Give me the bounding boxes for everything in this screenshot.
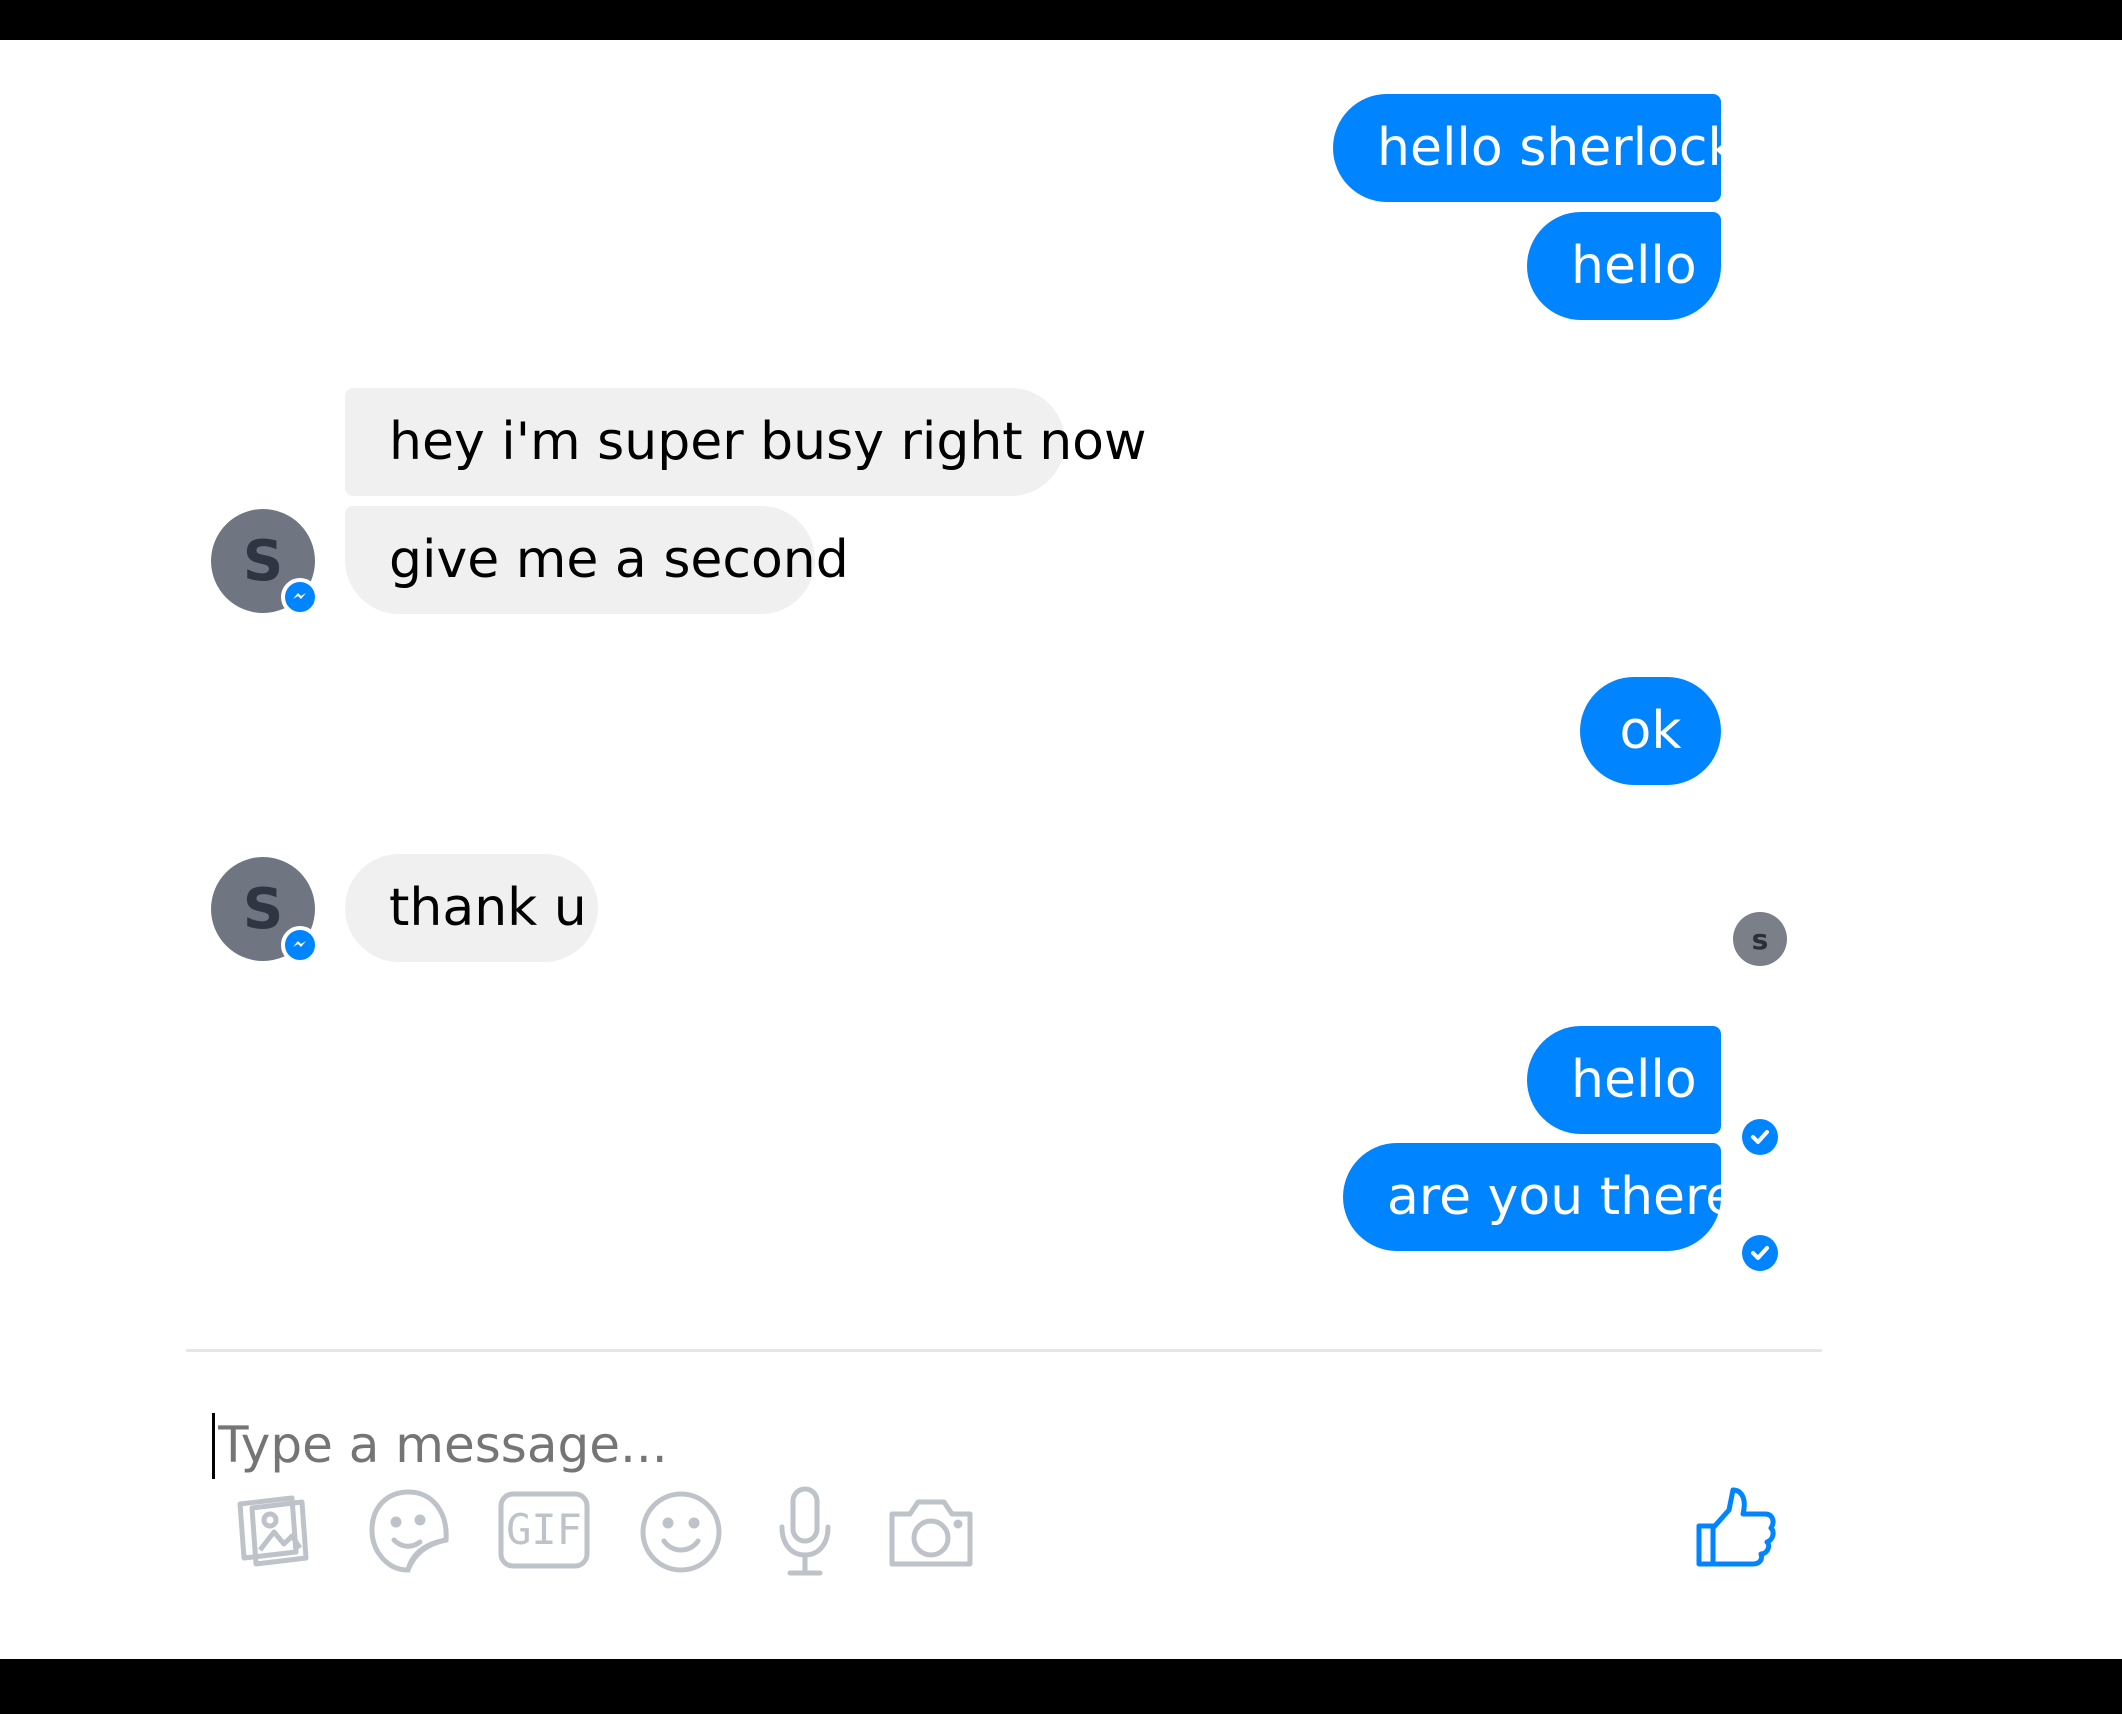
image-icon[interactable] [230,1488,316,1574]
messenger-icon [281,926,319,964]
message-incoming[interactable]: hey i'm super busy right now [345,388,1147,496]
microphone-icon[interactable] [776,1485,834,1579]
thumbs-up-icon[interactable] [1693,1484,1777,1570]
message-outgoing[interactable]: are you there [1343,1143,1737,1251]
avatar-initial: S [242,876,284,942]
message-outgoing[interactable]: hello sherlock [1333,94,1738,202]
messenger-icon [281,578,319,616]
sticker-icon[interactable] [364,1484,454,1580]
message-incoming[interactable]: thank u [345,854,598,962]
gif-label: GIF [506,1505,582,1554]
text-caret [212,1413,215,1479]
avatar-initial: S [242,528,284,594]
message-input[interactable] [212,1410,1718,1480]
message-outgoing[interactable]: hello [1527,1026,1721,1134]
message-incoming[interactable]: give me a second [345,506,849,614]
check-icon [1742,1119,1778,1155]
chat-panel: hello sherlock hello hey i'm super busy … [0,40,2122,1659]
camera-icon[interactable] [886,1492,976,1572]
message-outgoing[interactable]: hello [1527,212,1721,320]
seen-initial: s [1751,922,1769,956]
seen-avatar: s [1733,912,1787,966]
message-outgoing[interactable]: ok [1580,677,1721,785]
composer-divider [186,1349,1822,1352]
gif-icon[interactable]: GIF [497,1490,591,1570]
check-icon [1742,1235,1778,1271]
emoji-icon[interactable] [638,1489,724,1575]
